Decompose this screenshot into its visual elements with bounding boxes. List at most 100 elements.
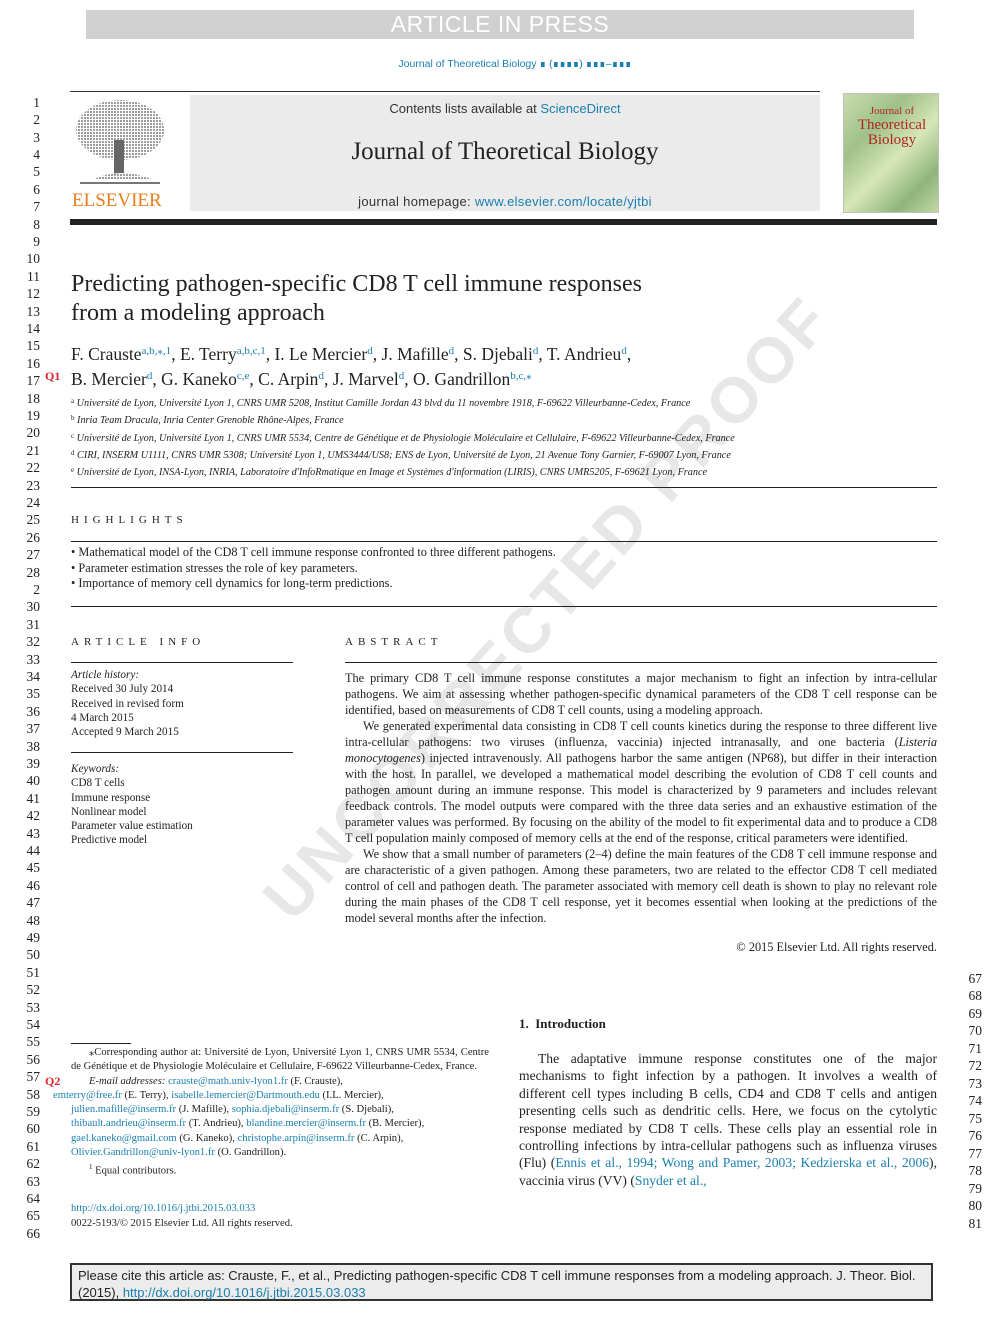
line-number: 39 bbox=[26, 756, 41, 771]
keywords-block: Keywords: CD8 T cells Immune response No… bbox=[71, 762, 296, 848]
author: J. Mafille bbox=[381, 344, 449, 364]
email-owner: (F. Crauste), bbox=[290, 1075, 343, 1087]
line-number: 4 bbox=[33, 147, 40, 162]
line-number: 16 bbox=[26, 356, 41, 371]
author-affiliation-link[interactable]: d bbox=[367, 345, 373, 357]
line-number: 66 bbox=[26, 1226, 41, 1241]
author-affiliation-link[interactable]: b,c,⁎ bbox=[510, 370, 531, 382]
cite-doi-link[interactable]: http://dx.doi.org/10.1016/j.jtbi.2015.03… bbox=[123, 1285, 366, 1300]
highlight-item: • Parameter estimation stresses the role… bbox=[71, 560, 358, 575]
email-link[interactable]: isabelle.lemercier@Dartmouth.edu bbox=[171, 1090, 320, 1101]
article-info-rule bbox=[71, 662, 293, 663]
introduction-heading: 1. Introduction bbox=[519, 1016, 606, 1031]
abstract-paragraph: We generated experimental data consistin… bbox=[345, 718, 937, 846]
affiliations: a Université de Lyon, Université Lyon 1,… bbox=[71, 394, 931, 480]
email-link[interactable]: gael.kaneko@gmail.com bbox=[71, 1133, 177, 1144]
highlight-item: • Mathematical model of the CD8 T cell i… bbox=[71, 545, 556, 559]
author-affiliation-link[interactable]: d bbox=[533, 345, 539, 357]
author-affiliation-link[interactable]: d bbox=[318, 370, 324, 382]
citation-link[interactable]: Ennis et al., 1994; Wong and Pamer, 2003… bbox=[555, 1155, 929, 1170]
affiliation: a Université de Lyon, Université Lyon 1,… bbox=[71, 394, 931, 411]
history-item: 4 March 2015 bbox=[71, 711, 134, 724]
affiliation: b Inria Team Dracula, Inria Center Greno… bbox=[71, 411, 931, 428]
sciencedirect-link[interactable]: ScienceDirect bbox=[540, 101, 620, 116]
author-affiliation-link[interactable]: d bbox=[147, 370, 153, 382]
line-number: 11 bbox=[27, 269, 40, 284]
email-link[interactable]: Olivier.Gandrillon@univ-lyon1.fr bbox=[71, 1147, 215, 1158]
author-affiliation-link[interactable]: a,b,c,1 bbox=[237, 345, 266, 357]
line-number: 40 bbox=[26, 773, 41, 788]
line-number: 43 bbox=[26, 826, 41, 841]
query-mark-q2[interactable]: Q2 bbox=[45, 1074, 60, 1089]
citation-link[interactable]: Snyder et al., bbox=[635, 1173, 707, 1188]
line-number: 56 bbox=[26, 1052, 41, 1067]
author: G. Kaneko bbox=[161, 369, 237, 389]
author: T. Andrieu bbox=[546, 344, 622, 364]
author-affiliation-link[interactable]: d bbox=[399, 370, 405, 382]
affiliation-text: Université de Lyon, Université Lyon 1, C… bbox=[76, 398, 691, 409]
author: E. Terry bbox=[179, 344, 237, 364]
journal-homepage-link[interactable]: www.elsevier.com/locate/yjtbi bbox=[475, 194, 652, 209]
affiliation-key: d bbox=[71, 448, 75, 457]
abstract-body: The primary CD8 T cell immune response c… bbox=[345, 670, 937, 926]
email-owner: (E. Terry), bbox=[124, 1089, 169, 1101]
abstract-heading: ABSTRACT bbox=[345, 636, 443, 648]
homepage-prefix: journal homepage: bbox=[358, 194, 475, 209]
author: F. Crauste bbox=[71, 344, 142, 364]
line-number: 41 bbox=[26, 791, 41, 806]
running-head-journal-link[interactable]: Journal of Theoretical Biology bbox=[398, 58, 536, 70]
author-list: F. Craustea,b,⁎,1, E. Terrya,b,c,1, I. L… bbox=[71, 344, 632, 389]
affiliation: c Université de Lyon, Université Lyon 1,… bbox=[71, 429, 931, 446]
affiliation-text: CIRI, INSERM U1111, CNRS UMR 5308; Unive… bbox=[77, 449, 731, 461]
elsevier-tree-logo-icon bbox=[72, 96, 168, 188]
doi-link[interactable]: http://dx.doi.org/10.1016/j.jtbi.2015.03… bbox=[71, 1203, 255, 1214]
abstract-copyright: © 2015 Elsevier Ltd. All rights reserved… bbox=[736, 940, 937, 954]
line-number: 24 bbox=[26, 495, 41, 510]
header-thick-rule bbox=[70, 219, 937, 225]
line-number: 75 bbox=[968, 1111, 983, 1126]
line-number: 10 bbox=[26, 251, 41, 266]
line-number: 12 bbox=[26, 286, 41, 301]
line-number: 53 bbox=[26, 1000, 41, 1015]
equal-contributors-text: Equal contributors. bbox=[95, 1165, 177, 1177]
line-number: 31 bbox=[26, 617, 41, 632]
line-number: 57 bbox=[26, 1069, 41, 1084]
author-affiliation-link[interactable]: c,e bbox=[237, 370, 250, 382]
abstract-paragraph: The primary CD8 T cell immune response c… bbox=[345, 671, 937, 717]
email-owner: (B. Mercier), bbox=[368, 1118, 425, 1130]
email-owner: (G. Kaneko), bbox=[179, 1132, 235, 1144]
email-owner: (O. Gandrillon). bbox=[217, 1147, 287, 1159]
line-number: 70 bbox=[968, 1023, 983, 1038]
author: I. Le Mercier bbox=[274, 344, 368, 364]
line-number: 65 bbox=[26, 1208, 41, 1223]
affiliation-key: a bbox=[71, 397, 75, 405]
line-number: 26 bbox=[26, 530, 41, 545]
query-mark-q1[interactable]: Q1 bbox=[45, 369, 60, 384]
line-number: 48 bbox=[26, 913, 41, 928]
email-link[interactable]: crauste@math.univ-lyon1.fr bbox=[168, 1076, 288, 1087]
contents-prefix: Contents lists available at bbox=[389, 101, 541, 116]
email-link[interactable]: blandine.mercier@inserm.fr bbox=[246, 1118, 366, 1129]
highlight-item: • Importance of memory cell dynamics for… bbox=[71, 576, 393, 590]
line-number: 44 bbox=[26, 843, 41, 858]
highlights-mid-rule bbox=[71, 541, 937, 542]
affiliation: e Université de Lyon, INSA-Lyon, INRIA, … bbox=[71, 463, 931, 480]
email-link[interactable]: thibault.andrieu@inserm.fr bbox=[71, 1118, 186, 1129]
author-affiliation-link[interactable]: d bbox=[621, 345, 627, 357]
email-link[interactable]: emterry@free.fr bbox=[53, 1090, 122, 1101]
footnotes: ⁎Corresponding author at: Université de … bbox=[53, 1046, 489, 1179]
line-number: 45 bbox=[26, 860, 41, 875]
line-number: 19 bbox=[26, 408, 41, 423]
intro-text: The adaptative immune response constitut… bbox=[519, 1051, 937, 1171]
author-affiliation-link[interactable]: a,b,⁎,1 bbox=[142, 345, 172, 357]
line-number: 23 bbox=[26, 478, 41, 493]
author-affiliation-link[interactable]: d bbox=[449, 345, 455, 357]
line-number: 34 bbox=[26, 669, 41, 684]
line-number: 2 bbox=[33, 112, 40, 127]
author: C. Arpin bbox=[258, 369, 319, 389]
email-link[interactable]: christophe.arpin@inserm.fr bbox=[238, 1133, 355, 1144]
elsevier-wordmark: ELSEVIER bbox=[72, 190, 162, 211]
email-link[interactable]: sophia.djebali@inserm.fr bbox=[232, 1104, 339, 1115]
email-link[interactable]: julien.mafille@inserm.fr bbox=[71, 1104, 176, 1115]
line-number: 15 bbox=[26, 338, 41, 353]
